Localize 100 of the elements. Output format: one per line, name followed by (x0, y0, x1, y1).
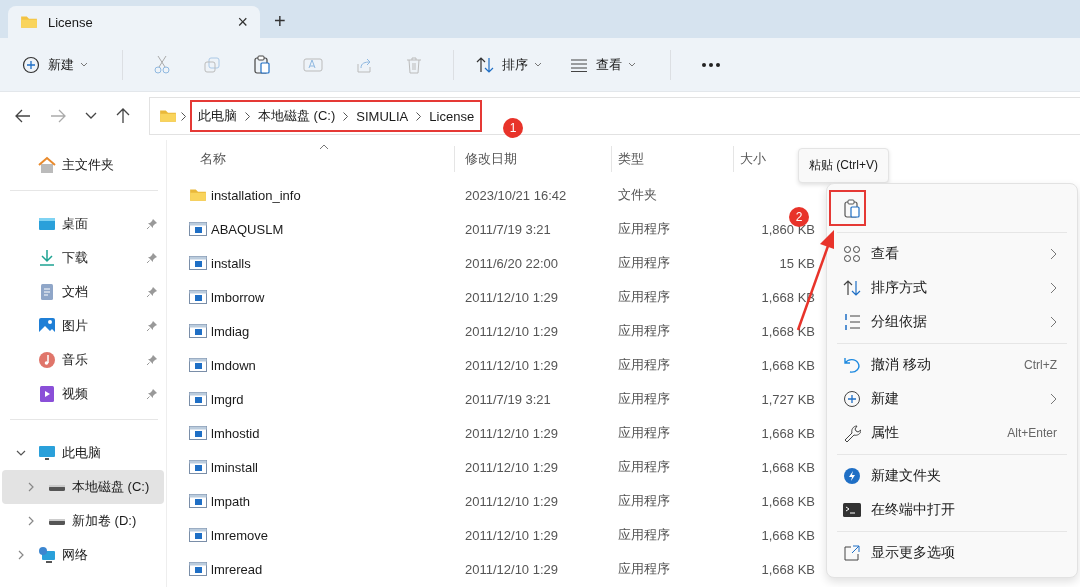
sort-caret-icon (319, 144, 329, 150)
pin-icon[interactable] (146, 320, 158, 332)
file-name[interactable]: lmborrow (211, 289, 265, 305)
file-name[interactable]: lmdiag (211, 323, 250, 339)
tree-item[interactable]: 网络 (2, 538, 164, 572)
sidebar-item[interactable]: 下载 (2, 241, 164, 275)
sort-button[interactable]: 排序 (468, 49, 550, 80)
chevron-right-icon[interactable] (26, 516, 36, 526)
menu-item[interactable]: 分组依据 (831, 305, 1073, 339)
chevron-down-icon[interactable] (16, 448, 26, 458)
pin-icon[interactable] (146, 218, 158, 230)
copy-icon[interactable] (203, 55, 221, 74)
new-tab-button[interactable]: + (274, 6, 286, 38)
menu-item[interactable]: 属性 Alt+Enter (831, 416, 1073, 450)
rename-icon[interactable] (303, 55, 323, 74)
table-cell-text: 应用程序 (617, 526, 671, 544)
file-name[interactable]: lmdown (211, 357, 256, 373)
file-name[interactable]: lmgrd (211, 391, 244, 407)
menu-item[interactable]: 显示更多选项 (831, 536, 1073, 570)
network-icon (38, 546, 56, 564)
table-cell-text: 应用程序 (617, 492, 671, 510)
sidebar-item[interactable]: 主文件夹 (2, 148, 164, 182)
tree-item[interactable]: 本地磁盘 (C:) (2, 470, 164, 504)
breadcrumb-item[interactable]: License (429, 108, 475, 124)
column-header[interactable]: 类型 (612, 146, 734, 172)
table-cell-text: 1,668 KB (760, 357, 815, 373)
table-cell-text: 1,668 KB (760, 425, 815, 441)
close-tab-button[interactable]: × (237, 11, 248, 33)
sidebar-item[interactable]: 视频 (2, 377, 164, 411)
menu-item[interactable]: 查看 (831, 237, 1073, 271)
table-cell-text: 应用程序 (617, 458, 671, 476)
view-button[interactable]: 查看 (562, 49, 644, 80)
table-cell-text: 2011/7/19 3:21 (464, 221, 552, 237)
address-bar[interactable]: 此电脑 本地磁盘 (C:) SIMULIA License 1 (149, 97, 1080, 135)
sidebar-item[interactable]: 文档 (2, 275, 164, 309)
file-name[interactable]: lmpath (211, 493, 251, 509)
menu-item[interactable]: 在终端中打开 (831, 493, 1073, 527)
chevron-right-icon[interactable] (16, 550, 26, 560)
table-cell-text: 1,668 KB (760, 561, 815, 577)
sort-arrows-icon (476, 55, 494, 74)
desktop-icon (38, 216, 56, 232)
chevron-right-icon (343, 111, 349, 121)
document-icon (38, 283, 56, 301)
up-arrow-icon[interactable] (116, 108, 130, 124)
column-header[interactable]: 修改日期 (455, 146, 612, 172)
video-icon (38, 385, 56, 403)
back-arrow-icon[interactable] (15, 109, 31, 123)
file-name[interactable]: installs (211, 255, 251, 271)
menu-item[interactable]: 新建 (831, 382, 1073, 416)
drive-icon (48, 483, 66, 491)
trash-icon[interactable] (405, 55, 423, 74)
breadcrumb-item[interactable]: SIMULIA (356, 108, 409, 124)
sidebar-item[interactable]: 音乐 (2, 343, 164, 377)
caret-icon (534, 62, 542, 67)
tree-item[interactable]: 新加卷 (D:) (2, 504, 164, 538)
pin-icon[interactable] (146, 388, 158, 400)
shortcut-label: Ctrl+Z (1024, 358, 1057, 372)
monitor-icon (38, 444, 56, 462)
table-cell-text: 2011/12/10 1:29 (464, 323, 559, 339)
pin-icon[interactable] (146, 286, 158, 298)
table-cell-text: 2011/12/10 1:29 (464, 561, 559, 577)
forward-arrow-icon[interactable] (50, 109, 66, 123)
file-name[interactable]: lmreread (211, 561, 263, 577)
caret-icon (80, 62, 88, 67)
sidebar-item[interactable]: 图片 (2, 309, 164, 343)
menu-item[interactable]: 撤消 移动 Ctrl+Z (831, 348, 1073, 382)
pin-icon[interactable] (146, 252, 158, 264)
application-icon (189, 527, 207, 543)
menu-item[interactable]: 排序方式 (831, 271, 1073, 305)
table-cell-text: 2011/12/10 1:29 (464, 459, 559, 475)
sidebar-item[interactable]: 桌面 (2, 207, 164, 241)
breadcrumb-item[interactable]: 此电脑 (198, 107, 237, 125)
application-icon (189, 425, 207, 441)
cut-icon[interactable] (153, 54, 171, 75)
file-name[interactable]: lmremove (211, 527, 269, 543)
file-name[interactable]: installation_info (211, 187, 301, 203)
breadcrumb-item[interactable]: 本地磁盘 (C:) (258, 107, 336, 125)
column-header[interactable]: 名称 (167, 146, 455, 172)
chevron-right-icon (181, 111, 186, 121)
application-icon (189, 357, 207, 373)
house-icon (38, 156, 56, 174)
table-cell-text: 1,668 KB (760, 493, 815, 509)
highlight-frame (829, 190, 866, 226)
table-cell-text: 应用程序 (617, 220, 671, 238)
image-icon (38, 317, 56, 335)
file-name[interactable]: lmhostid (211, 425, 260, 441)
tab[interactable]: License × (8, 6, 260, 38)
application-icon (189, 323, 207, 339)
pin-icon[interactable] (146, 354, 158, 366)
file-name[interactable]: ABAQUSLM (211, 221, 284, 237)
table-cell-text: 2011/6/20 22:00 (464, 255, 559, 271)
paste-icon[interactable] (253, 54, 271, 75)
chevron-down-icon[interactable] (85, 112, 97, 120)
chevron-right-icon[interactable] (26, 482, 36, 492)
more-icon[interactable] (701, 61, 721, 68)
file-name[interactable]: lminstall (211, 459, 258, 475)
table-cell-text: 2023/10/21 16:42 (464, 187, 568, 203)
tree-item[interactable]: 此电脑 (2, 436, 164, 470)
new-button[interactable]: 新建 (14, 49, 96, 80)
menu-item[interactable]: 新建文件夹 (831, 459, 1073, 493)
